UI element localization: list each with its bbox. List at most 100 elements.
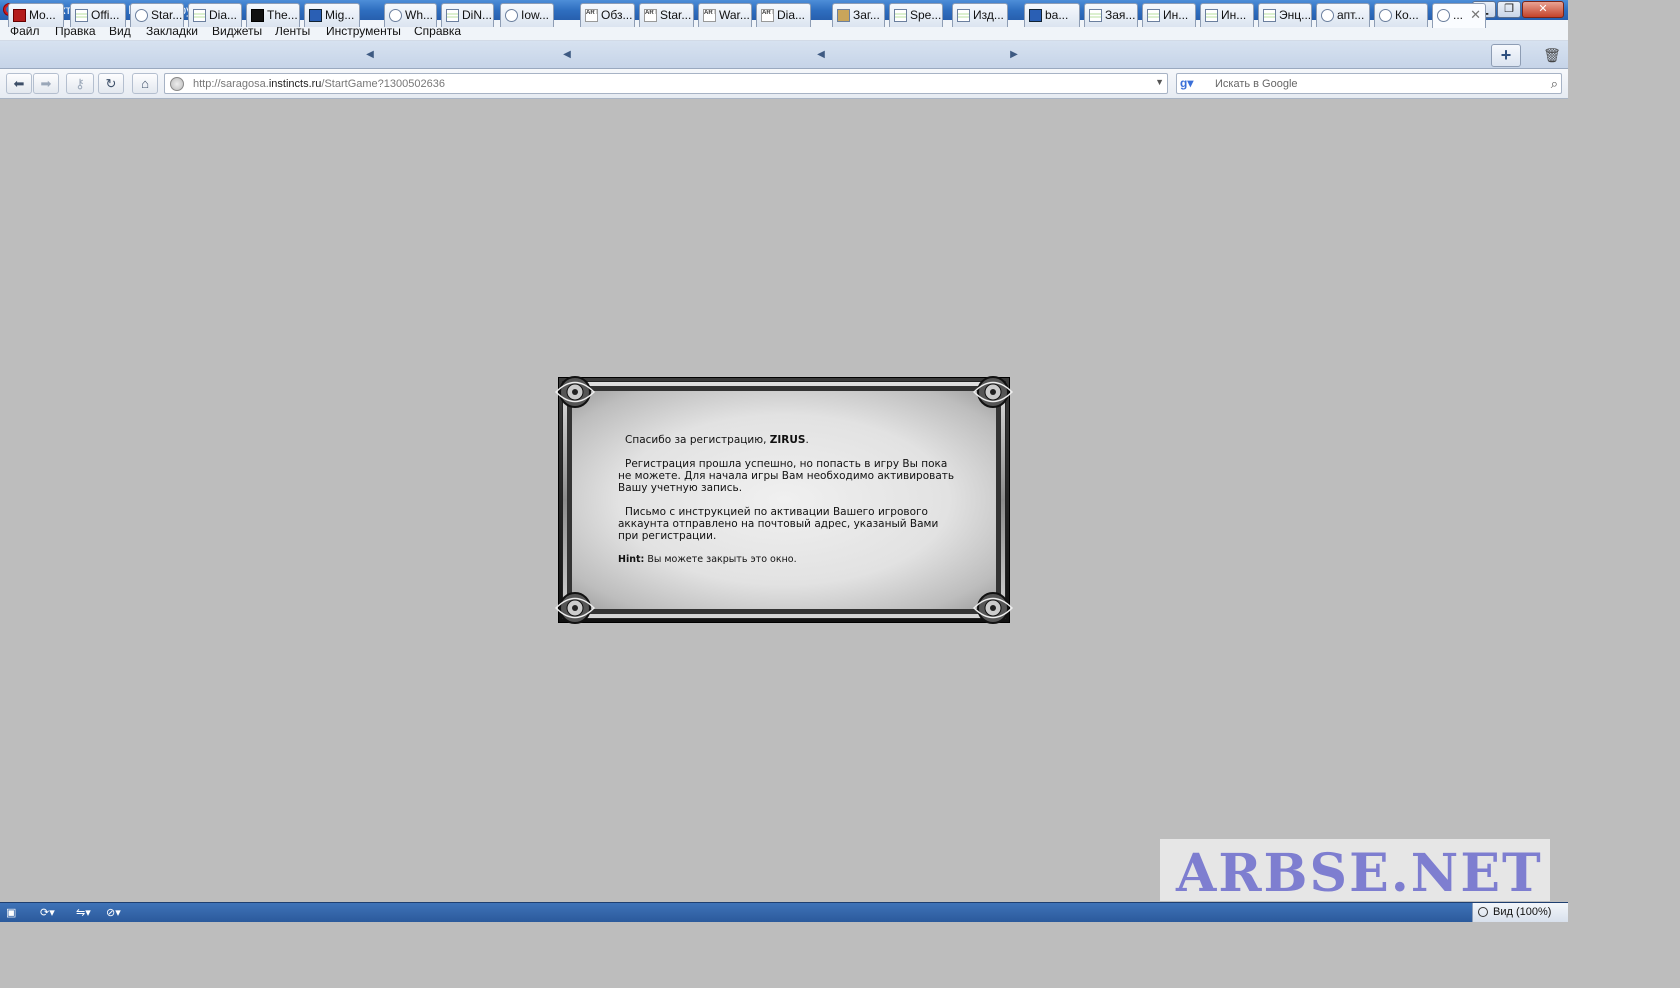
tab[interactable]: ba...: [1024, 3, 1080, 27]
tab[interactable]: Star...: [130, 3, 184, 27]
tab[interactable]: AR BSEDia...: [756, 3, 811, 27]
tab-label: Изд...: [973, 8, 1004, 22]
tab[interactable]: The...: [246, 3, 300, 27]
tab-label: апт...: [1337, 8, 1365, 22]
tab[interactable]: Wh...: [384, 3, 437, 27]
address-dropdown-icon[interactable]: ▼: [1155, 77, 1164, 87]
zoom-control[interactable]: Вид (100%): [1472, 903, 1568, 922]
home-button[interactable]: ⌂: [132, 73, 158, 94]
tab-favicon-icon: [389, 9, 402, 22]
tab-favicon-icon: [135, 9, 148, 22]
maximize-button[interactable]: ❐: [1497, 1, 1521, 18]
tab[interactable]: Заг...: [832, 3, 885, 27]
registration-status-text: Регистрация прошла успешно, но попасть в…: [618, 458, 955, 494]
hint-line: Hint: Вы можете закрыть это окно.: [618, 554, 958, 566]
address-url[interactable]: http://saragosa.instincts.ru/StartGame?1…: [193, 78, 445, 90]
tab[interactable]: Ин...: [1142, 3, 1196, 27]
tab-label: Star...: [660, 8, 692, 22]
tab[interactable]: Offi...: [70, 3, 126, 27]
tab-label: Ин...: [1163, 8, 1189, 22]
tab-favicon-icon: [1089, 9, 1102, 22]
tab-favicon-icon: [13, 9, 26, 22]
address-field[interactable]: http://saragosa.instincts.ru/StartGame?1…: [164, 73, 1168, 94]
ornament-corner-icon: [972, 592, 1014, 624]
tab[interactable]: Ин...: [1200, 3, 1254, 27]
tab-favicon-icon: [75, 9, 88, 22]
tab[interactable]: AR BSEОбз...: [580, 3, 635, 27]
tab[interactable]: Iow...: [500, 3, 554, 27]
tab-favicon-icon: [957, 9, 970, 22]
tab-label: Star...: [151, 8, 183, 22]
tab-favicon-icon: [1379, 9, 1392, 22]
turbo-sync-icon[interactable]: ⟳▾: [40, 905, 55, 921]
tab[interactable]: Зая...: [1084, 3, 1138, 27]
tab[interactable]: AR BSEStar...: [639, 3, 694, 27]
tab-label: Wh...: [405, 8, 434, 22]
tab[interactable]: апт...: [1316, 3, 1370, 27]
tab-label: DiN...: [462, 8, 492, 22]
trash-icon[interactable]: 🗑: [1542, 44, 1562, 67]
tab[interactable]: Изд...: [952, 3, 1008, 27]
ornament-corner-icon: [554, 592, 596, 624]
blocked-content-icon[interactable]: ⊘▾: [106, 905, 121, 921]
watermark: ARBSE.NET: [1160, 839, 1550, 904]
hint-text: Вы можете закрыть это окно.: [644, 554, 797, 565]
close-tab-icon[interactable]: ✕: [1470, 7, 1481, 23]
tab-label: ba...: [1045, 8, 1069, 22]
close-window-button[interactable]: ✕: [1522, 1, 1564, 18]
reload-button[interactable]: ↻: [98, 73, 124, 94]
navigation-bar: ⬅ ➡ ⚷ ↻ ⌂ http://saragosa.instincts.ru/S…: [0, 69, 1568, 99]
search-icon[interactable]: ⌕: [1551, 76, 1558, 92]
tab-favicon-icon: [837, 9, 850, 22]
forward-button[interactable]: ➡: [33, 73, 59, 94]
tab[interactable]: Ко...: [1374, 3, 1428, 27]
ornament-corner-icon: [554, 376, 596, 408]
tab-label: Offi...: [91, 8, 120, 22]
search-field[interactable]: g▾ Искать в Google ⌕: [1176, 73, 1562, 94]
wand-key-icon[interactable]: ⚷: [66, 73, 94, 94]
zoom-level: Вид (100%): [1493, 906, 1552, 918]
greeting-line: Спасибо за регистрацию, ZIRUS.: [618, 434, 958, 446]
tab[interactable]: AR BSEWar...: [698, 3, 752, 27]
tab[interactable]: DiN...: [441, 3, 494, 27]
greeting-end: .: [805, 434, 809, 446]
tab[interactable]: Mo...: [8, 3, 64, 27]
tab-label: Spe...: [910, 8, 942, 22]
tab-label: Mo...: [29, 8, 56, 22]
watermark-text: ARBSE.NET: [1176, 843, 1543, 904]
site-globe-icon[interactable]: [170, 77, 184, 91]
dialog-text: Спасибо за регистрацию, ZIRUS. Регистрац…: [618, 434, 958, 578]
panel-toggle-icon[interactable]: ▣: [6, 905, 16, 921]
tab-favicon-icon: [1205, 9, 1218, 22]
tab-favicon-icon: [894, 9, 907, 22]
page-content: Спасибо за регистрацию, ZIRUS. Регистрац…: [0, 99, 1568, 902]
tab-label: War...: [719, 8, 750, 22]
tab-favicon-icon: [505, 9, 518, 22]
back-button[interactable]: ⬅: [6, 73, 32, 94]
new-tab-button[interactable]: +: [1491, 44, 1521, 67]
status-bar: ▣ ⟳▾ ⇋▾ ⊘▾ Вид (100%): [0, 902, 1568, 922]
tab[interactable]: Энц...: [1258, 3, 1312, 27]
tab-scroll-right-icon[interactable]: ▶: [1009, 46, 1019, 64]
tab-label: Зая...: [1105, 8, 1136, 22]
tab[interactable]: Spe...: [889, 3, 943, 27]
google-search-engine-icon[interactable]: g▾: [1180, 76, 1204, 91]
tab-favicon-icon: [1029, 9, 1042, 22]
ornament-corner-icon: [972, 376, 1014, 408]
greeting-text: Спасибо за регистрацию,: [625, 434, 770, 446]
tab[interactable]: ... ✕: [1432, 3, 1486, 28]
tab-favicon-icon: AR BSE: [585, 9, 598, 22]
tab-scroll-left-icon[interactable]: ◀: [816, 46, 826, 64]
hint-label: Hint:: [618, 554, 645, 565]
unite-share-icon[interactable]: ⇋▾: [76, 905, 91, 921]
tab-scroll-left-icon[interactable]: ◀: [562, 46, 572, 64]
tab[interactable]: Mig...: [304, 3, 360, 27]
tab-scroll-left-icon[interactable]: ◀: [365, 46, 375, 64]
tab[interactable]: Dia...: [188, 3, 242, 27]
registration-message-dialog: Спасибо за регистрацию, ZIRUS. Регистрац…: [552, 369, 1016, 631]
tab-favicon-icon: [1147, 9, 1160, 22]
username: ZIRUS: [769, 434, 806, 446]
tab-label: Iow...: [521, 8, 550, 22]
tab-label: Энц...: [1279, 8, 1312, 22]
search-placeholder: Искать в Google: [1215, 78, 1298, 90]
